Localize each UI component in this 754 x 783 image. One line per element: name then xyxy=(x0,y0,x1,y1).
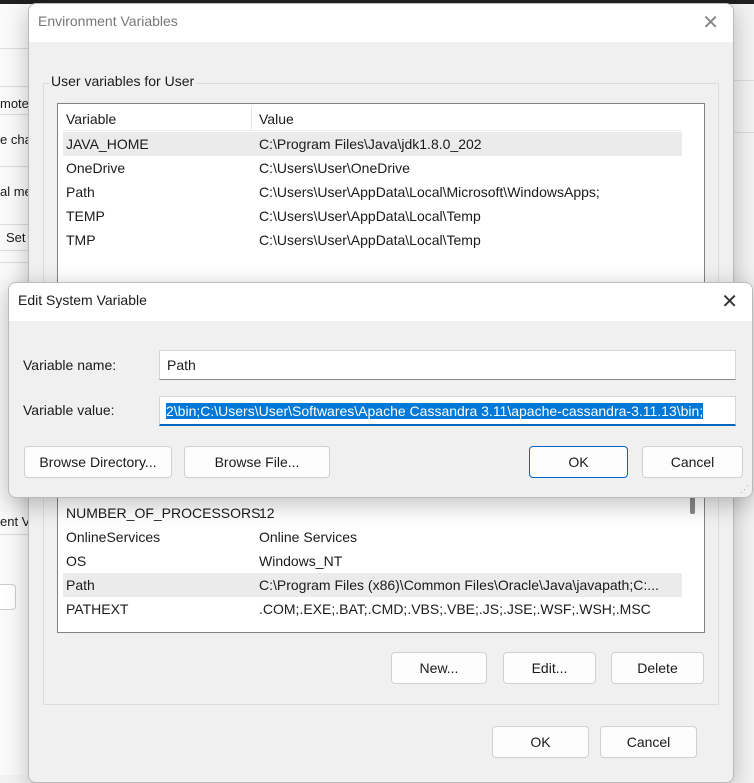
variable-name: OS xyxy=(66,553,87,569)
title-bar: Environment Variables ✕ xyxy=(29,4,733,42)
bg-text: ent V xyxy=(0,514,31,529)
list-row[interactable]: PATHEXT .COM;.EXE;.BAT;.CMD;.VBS;.VBE;.JS… xyxy=(63,597,682,621)
variable-value: C:\Program Files\Java\jdk1.8.0_202 xyxy=(259,136,482,152)
variable-name-input[interactable]: Path xyxy=(159,350,736,380)
title-bar: Edit System Variable ✕ xyxy=(9,283,752,321)
close-icon[interactable]: ✕ xyxy=(721,289,738,314)
list-row[interactable]: Path C:\Users\User\AppData\Local\Microsof… xyxy=(63,180,682,204)
list-row[interactable]: OneDrive C:\Users\User\OneDrive xyxy=(63,156,682,180)
ok-button[interactable]: OK xyxy=(492,726,589,758)
variable-name: OnlineServices xyxy=(66,529,161,545)
variable-value: C:\Program Files (x86)\Common Files\Orac… xyxy=(259,577,659,593)
browse-directory-button[interactable]: Browse Directory... xyxy=(24,446,172,478)
list-header: Variable Value xyxy=(63,107,682,131)
resize-grip-icon[interactable]: ⋰ xyxy=(740,484,749,495)
variable-value: Windows_NT xyxy=(259,553,343,569)
list-row[interactable]: Path C:\Program Files (x86)\Common Files\… xyxy=(63,573,682,597)
dialog-title: Edit System Variable xyxy=(18,292,147,308)
new-button[interactable]: New... xyxy=(391,652,487,684)
bg-text: Set xyxy=(6,230,26,245)
dialog-title: Environment Variables xyxy=(38,13,178,29)
variable-name: PATHEXT xyxy=(66,601,129,617)
variable-value-label: Variable value: xyxy=(23,402,115,418)
variable-name: JAVA_HOME xyxy=(66,136,149,152)
variable-value-input[interactable]: 2\bin;C:\Users\User\Softwares\Apache Cas… xyxy=(159,396,736,426)
variable-value: C:\Users\User\AppData\Local\Temp xyxy=(259,232,481,248)
list-row[interactable]: OS Windows_NT xyxy=(63,549,682,573)
delete-button[interactable]: Delete xyxy=(611,652,704,684)
cancel-button[interactable]: Cancel xyxy=(600,726,697,758)
cancel-button[interactable]: Cancel xyxy=(642,446,743,478)
variable-name: Path xyxy=(66,184,95,200)
list-row[interactable]: OnlineServices Online Services xyxy=(63,525,682,549)
variable-value: 12 xyxy=(259,505,275,521)
variable-name: TEMP xyxy=(66,208,105,224)
variable-name-label: Variable name: xyxy=(23,357,117,373)
variable-name: OneDrive xyxy=(66,160,126,176)
variable-name: NUMBER_OF_PROCESSORS xyxy=(66,505,261,521)
variable-value: C:\Users\User\AppData\Local\Temp xyxy=(259,208,481,224)
column-header-variable[interactable]: Variable xyxy=(66,107,116,131)
edit-system-variable-dialog: Edit System Variable ✕ Variable name: Pa… xyxy=(8,282,753,498)
selected-text: 2\bin;C:\Users\User\Softwares\Apache Cas… xyxy=(166,403,704,419)
variable-name: TMP xyxy=(66,232,96,248)
ok-button[interactable]: OK xyxy=(529,446,628,478)
list-row[interactable]: TEMP C:\Users\User\AppData\Local\Temp xyxy=(63,204,682,228)
variable-value: C:\Users\User\OneDrive xyxy=(259,160,410,176)
variable-value: Online Services xyxy=(259,529,358,545)
user-variables-list[interactable]: Variable Value JAVA_HOME C:\Program Files… xyxy=(57,103,705,303)
bg-text: mote xyxy=(0,96,29,111)
variable-value: .COM;.EXE;.BAT;.CMD;.VBS;.VBE;.JS;.JSE;.… xyxy=(259,601,651,617)
column-header-value[interactable]: Value xyxy=(259,107,294,131)
variable-name: Path xyxy=(66,577,95,593)
close-icon[interactable]: ✕ xyxy=(702,10,719,35)
list-row[interactable]: TMP C:\Users\User\AppData\Local\Temp xyxy=(63,228,682,252)
variable-value: C:\Users\User\AppData\Local\Microsoft\Wi… xyxy=(259,184,600,200)
edit-button[interactable]: Edit... xyxy=(503,652,596,684)
browse-file-button[interactable]: Browse File... xyxy=(184,446,330,478)
list-row[interactable]: JAVA_HOME C:\Program Files\Java\jdk1.8.0_… xyxy=(63,132,682,156)
user-variables-label: User variables for User xyxy=(49,73,197,89)
list-row[interactable]: NUMBER_OF_PROCESSORS 12 xyxy=(63,501,682,525)
